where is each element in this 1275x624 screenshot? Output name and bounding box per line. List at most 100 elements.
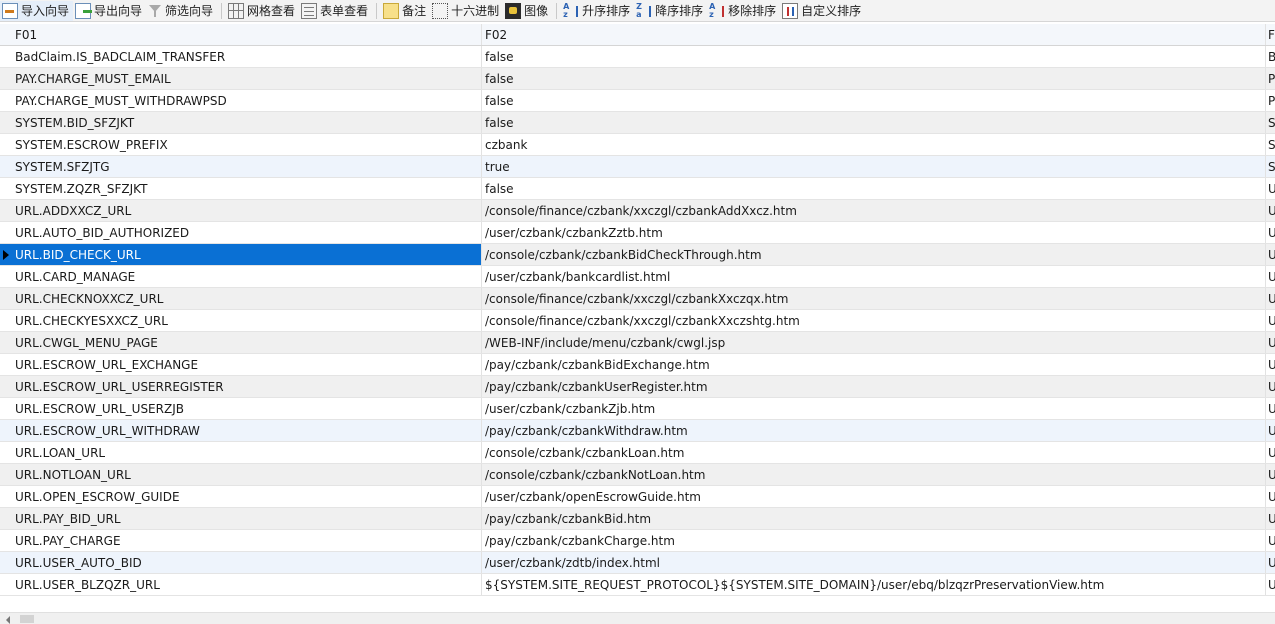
- memo-button[interactable]: 备注: [381, 1, 430, 21]
- cell-f03[interactable]: U: [1266, 420, 1275, 441]
- cell-f02[interactable]: /user/czbank/openEscrowGuide.htm: [482, 486, 1266, 507]
- cell-f03[interactable]: P: [1266, 68, 1275, 89]
- cell-f03[interactable]: S: [1266, 156, 1275, 177]
- column-header-f03[interactable]: F: [1266, 24, 1275, 45]
- cell-f02[interactable]: /user/czbank/czbankZjb.htm: [482, 398, 1266, 419]
- cell-f01[interactable]: PAY.CHARGE_MUST_WITHDRAWPSD: [0, 90, 482, 111]
- cell-f01[interactable]: BadClaim.IS_BADCLAIM_TRANSFER: [0, 46, 482, 67]
- scrollbar-thumb[interactable]: [20, 615, 34, 623]
- table-row[interactable]: URL.CHECKNOXXCZ_URL/console/finance/czba…: [0, 288, 1275, 310]
- cell-f03[interactable]: S: [1266, 134, 1275, 155]
- column-header-f01[interactable]: F01: [0, 24, 482, 45]
- cell-f02[interactable]: /pay/czbank/czbankBidExchange.htm: [482, 354, 1266, 375]
- cell-f01[interactable]: PAY.CHARGE_MUST_EMAIL: [0, 68, 482, 89]
- cell-f02[interactable]: ${SYSTEM.SITE_REQUEST_PROTOCOL}${SYSTEM.…: [482, 574, 1266, 595]
- cell-f01[interactable]: SYSTEM.SFZJTG: [0, 156, 482, 177]
- cell-f01[interactable]: URL.USER_AUTO_BID: [0, 552, 482, 573]
- cell-f02[interactable]: /console/finance/czbank/xxczgl/czbankXxc…: [482, 310, 1266, 331]
- table-row[interactable]: URL.NOTLOAN_URL/console/czbank/czbankNot…: [0, 464, 1275, 486]
- cell-f01[interactable]: URL.PAY_CHARGE: [0, 530, 482, 551]
- form-view-button[interactable]: 表单查看: [299, 1, 372, 21]
- cell-f03[interactable]: U: [1266, 178, 1275, 199]
- table-row[interactable]: PAY.CHARGE_MUST_WITHDRAWPSD false P: [0, 90, 1275, 112]
- table-row[interactable]: URL.USER_BLZQZR_URL ${SYSTEM.SITE_REQUEST…: [0, 574, 1275, 596]
- cell-f03[interactable]: B: [1266, 46, 1275, 67]
- cell-f01[interactable]: URL.ESCROW_URL_EXCHANGE: [0, 354, 482, 375]
- table-row[interactable]: BadClaim.IS_BADCLAIM_TRANSFER false B: [0, 46, 1275, 68]
- cell-f02[interactable]: /console/finance/czbank/xxczgl/czbankAdd…: [482, 200, 1266, 221]
- table-row[interactable]: URL.PAY_CHARGE/pay/czbank/czbankCharge.h…: [0, 530, 1275, 552]
- remove-sort-button[interactable]: Az 移除排序: [707, 1, 780, 21]
- cell-f01[interactable]: URL.CHECKNOXXCZ_URL: [0, 288, 482, 309]
- export-wizard-button[interactable]: 导出向导: [73, 1, 146, 21]
- cell-f02[interactable]: /pay/czbank/czbankUserRegister.htm: [482, 376, 1266, 397]
- cell-f01[interactable]: URL.BID_CHECK_URL: [0, 244, 482, 265]
- cell-f03[interactable]: U: [1266, 244, 1275, 265]
- cell-f02[interactable]: /user/czbank/czbankZztb.htm: [482, 222, 1266, 243]
- table-row[interactable]: PAY.CHARGE_MUST_EMAIL false P: [0, 68, 1275, 90]
- table-row[interactable]: URL.PAY_BID_URL/pay/czbank/czbankBid.htm…: [0, 508, 1275, 530]
- cell-f02[interactable]: /console/czbank/czbankNotLoan.htm: [482, 464, 1266, 485]
- table-row[interactable]: URL.ESCROW_URL_WITHDRAW/pay/czbank/czban…: [0, 420, 1275, 442]
- table-row[interactable]: URL.OPEN_ESCROW_GUIDE/user/czbank/openEs…: [0, 486, 1275, 508]
- cell-f03[interactable]: U: [1266, 486, 1275, 507]
- cell-f03[interactable]: U: [1266, 552, 1275, 573]
- filter-wizard-button[interactable]: 筛选向导: [146, 1, 217, 21]
- cell-f03[interactable]: U: [1266, 398, 1275, 419]
- cell-f02[interactable]: false: [482, 68, 1266, 89]
- cell-f02[interactable]: /user/czbank/bankcardlist.html: [482, 266, 1266, 287]
- cell-f02[interactable]: /WEB-INF/include/menu/czbank/cwgl.jsp: [482, 332, 1266, 353]
- cell-f03[interactable]: U: [1266, 310, 1275, 331]
- table-row[interactable]: URL.ADDXXCZ_URL/console/finance/czbank/x…: [0, 200, 1275, 222]
- cell-f01[interactable]: URL.OPEN_ESCROW_GUIDE: [0, 486, 482, 507]
- cell-f01[interactable]: URL.AUTO_BID_AUTHORIZED: [0, 222, 482, 243]
- cell-f02[interactable]: /console/czbank/czbankLoan.htm: [482, 442, 1266, 463]
- cell-f01[interactable]: URL.USER_BLZQZR_URL: [0, 574, 482, 595]
- sort-desc-button[interactable]: Za 降序排序: [634, 1, 707, 21]
- table-row[interactable]: SYSTEM.ZQZR_SFZJKT false U: [0, 178, 1275, 200]
- table-row[interactable]: URL.CHECKYESXXCZ_URL/console/finance/czb…: [0, 310, 1275, 332]
- table-row[interactable]: SYSTEM.SFZJTG true S: [0, 156, 1275, 178]
- table-row[interactable]: URL.AUTO_BID_AUTHORIZED/user/czbank/czba…: [0, 222, 1275, 244]
- horizontal-scrollbar[interactable]: [0, 612, 1275, 624]
- cell-f03[interactable]: U: [1266, 376, 1275, 397]
- table-row[interactable]: SYSTEM.BID_SFZJKT false S: [0, 112, 1275, 134]
- grid-view-button[interactable]: 网格查看: [226, 1, 299, 21]
- cell-f02[interactable]: /pay/czbank/czbankBid.htm: [482, 508, 1266, 529]
- cell-f01[interactable]: URL.CARD_MANAGE: [0, 266, 482, 287]
- table-row[interactable]: URL.ESCROW_URL_EXCHANGE/pay/czbank/czban…: [0, 354, 1275, 376]
- table-row[interactable]: SYSTEM.ESCROW_PREFIX czbank S: [0, 134, 1275, 156]
- cell-f01[interactable]: URL.CHECKYESXXCZ_URL: [0, 310, 482, 331]
- custom-sort-button[interactable]: 自定义排序: [780, 1, 865, 21]
- image-button[interactable]: 图像: [503, 1, 552, 21]
- cell-f01[interactable]: URL.ESCROW_URL_USERREGISTER: [0, 376, 482, 397]
- cell-f02[interactable]: /pay/czbank/czbankCharge.htm: [482, 530, 1266, 551]
- cell-f02[interactable]: /user/czbank/zdtb/index.html: [482, 552, 1266, 573]
- cell-f01[interactable]: URL.ESCROW_URL_WITHDRAW: [0, 420, 482, 441]
- cell-f03[interactable]: U: [1266, 332, 1275, 353]
- cell-f03[interactable]: U: [1266, 200, 1275, 221]
- column-header-f02[interactable]: F02: [482, 24, 1266, 45]
- table-row[interactable]: URL.LOAN_URL/console/czbank/czbankLoan.h…: [0, 442, 1275, 464]
- cell-f03[interactable]: U: [1266, 574, 1275, 595]
- table-row[interactable]: URL.ESCROW_URL_USERZJB/user/czbank/czban…: [0, 398, 1275, 420]
- cell-f03[interactable]: U: [1266, 464, 1275, 485]
- cell-f02[interactable]: false: [482, 46, 1266, 67]
- cell-f02[interactable]: false: [482, 178, 1266, 199]
- cell-f03[interactable]: U: [1266, 442, 1275, 463]
- cell-f01[interactable]: URL.ESCROW_URL_USERZJB: [0, 398, 482, 419]
- cell-f01[interactable]: URL.NOTLOAN_URL: [0, 464, 482, 485]
- cell-f03[interactable]: P: [1266, 90, 1275, 111]
- table-row[interactable]: URL.ESCROW_URL_USERREGISTER/pay/czbank/c…: [0, 376, 1275, 398]
- sort-asc-button[interactable]: Az 升序排序: [561, 1, 634, 21]
- import-wizard-button[interactable]: 导入向导: [0, 0, 74, 21]
- cell-f01[interactable]: URL.PAY_BID_URL: [0, 508, 482, 529]
- table-row[interactable]: URL.CARD_MANAGE/user/czbank/bankcardlist…: [0, 266, 1275, 288]
- cell-f03[interactable]: U: [1266, 288, 1275, 309]
- cell-f03[interactable]: U: [1266, 530, 1275, 551]
- cell-f02[interactable]: false: [482, 90, 1266, 111]
- cell-f02[interactable]: /console/finance/czbank/xxczgl/czbankXxc…: [482, 288, 1266, 309]
- cell-f01[interactable]: URL.CWGL_MENU_PAGE: [0, 332, 482, 353]
- cell-f01[interactable]: SYSTEM.BID_SFZJKT: [0, 112, 482, 133]
- scroll-left-icon[interactable]: [6, 616, 10, 624]
